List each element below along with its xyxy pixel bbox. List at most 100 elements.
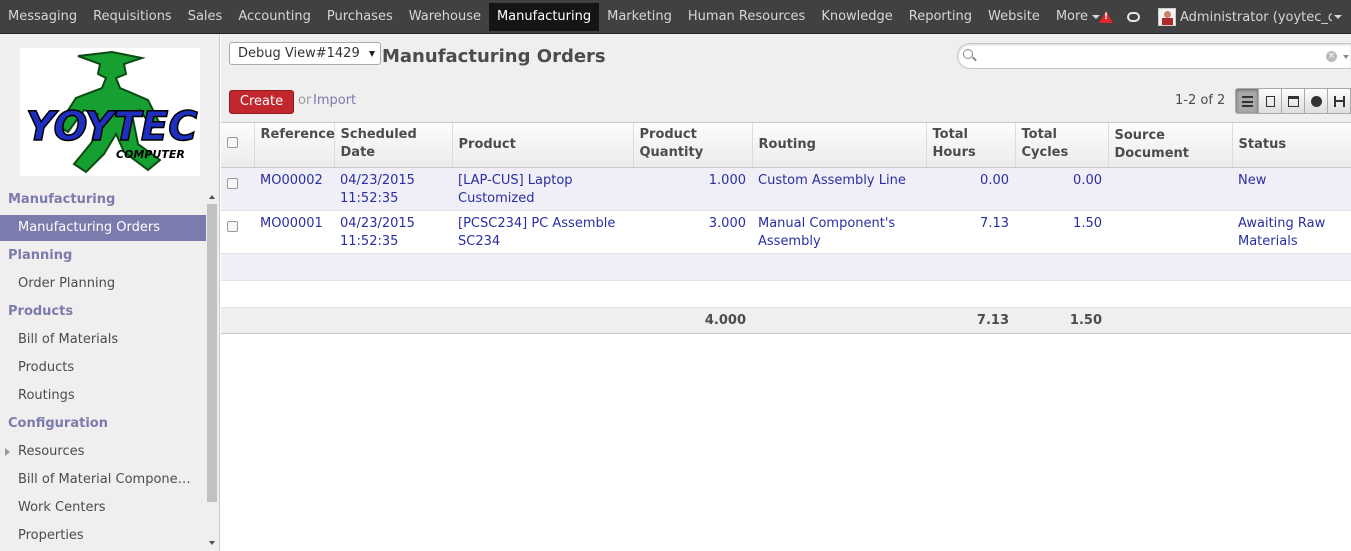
column-product-quantity[interactable]: Product Quantity — [633, 123, 753, 168]
select-all-checkbox[interactable] — [227, 137, 238, 149]
column-scheduled-date[interactable]: Scheduled Date — [334, 123, 453, 168]
column-product[interactable]: Product — [452, 123, 634, 168]
scroll-up-icon[interactable] — [209, 195, 215, 199]
menu-knowledge[interactable]: Knowledge — [813, 0, 900, 34]
menu-purchases[interactable]: Purchases — [319, 0, 401, 34]
cell-status[interactable]: Awaiting Raw Materials — [1232, 210, 1351, 254]
sidebar-item-manufacturing-orders[interactable]: Manufacturing Orders — [0, 215, 206, 241]
import-link[interactable]: Import — [313, 93, 356, 108]
avatar[interactable] — [1158, 8, 1176, 26]
menu-more-label: More — [1055, 9, 1089, 24]
cell-product[interactable]: [PCSC234] PC Assemble SC234 — [452, 210, 633, 254]
menu-reporting[interactable]: Reporting — [901, 0, 980, 34]
row-checkbox[interactable] — [227, 220, 238, 232]
cell-routing[interactable]: Manual Component's Assembly — [752, 210, 926, 254]
warning-icon[interactable] — [1099, 11, 1113, 23]
menu-warehouse[interactable]: Warehouse — [401, 0, 489, 34]
create-button[interactable]: Create — [229, 90, 294, 114]
sidebar-nav: Manufacturing Manufacturing Orders Plann… — [0, 186, 206, 550]
graph-icon — [1311, 96, 1322, 107]
topbar-right: Administrator (yoytec_d... — [1099, 0, 1351, 34]
totals-row: 4.000 7.13 1.50 — [221, 306, 1351, 334]
cell-total-cycles[interactable]: 1.50 — [1015, 210, 1108, 254]
menu-messaging[interactable]: Messaging — [0, 0, 85, 34]
sidebar-section-planning: Planning — [8, 248, 73, 263]
clear-icon[interactable]: × — [1326, 51, 1337, 62]
total-quantity: 4.000 — [633, 306, 752, 334]
row-select-cell — [221, 210, 254, 254]
menu-manufacturing[interactable]: Manufacturing — [488, 3, 600, 31]
debug-view-label: Debug View#1429 — [238, 46, 360, 61]
logo-subtext: COMPUTER — [116, 148, 185, 161]
page-title: Manufacturing Orders — [382, 46, 606, 67]
cell-product[interactable]: [LAP-CUS] Laptop Customized — [452, 167, 633, 211]
sidebar-scrollbar[interactable] — [206, 192, 218, 551]
row-select-cell — [221, 167, 254, 211]
sidebar-item-bill-of-materials[interactable]: Bill of Materials — [0, 326, 206, 354]
column-source-document[interactable]: Source Document — [1108, 123, 1233, 168]
sidebar-section-products: Products — [8, 304, 74, 319]
menu-requisitions[interactable]: Requisitions — [85, 0, 180, 34]
sidebar-section-configuration: Configuration — [8, 416, 108, 431]
menu-website[interactable]: Website — [980, 0, 1048, 34]
chevron-down-icon[interactable] — [1334, 15, 1342, 19]
cell-status[interactable]: New — [1232, 167, 1351, 211]
graph-view-button[interactable] — [1304, 88, 1328, 114]
column-total-cycles[interactable]: Total Cycles — [1015, 123, 1109, 168]
list-view-button[interactable] — [1235, 88, 1259, 114]
main-content: Debug View#1429 Manufacturing Orders × C… — [221, 34, 1351, 551]
orders-table: Reference Scheduled Date Product Product… — [221, 123, 1351, 334]
cell-total-hours[interactable]: 7.13 — [926, 210, 1015, 254]
cell-routing[interactable]: Custom Assembly Line — [752, 167, 926, 211]
view-switcher — [1235, 88, 1351, 114]
company-logo[interactable]: YOYTEC COMPUTER — [20, 48, 200, 176]
logo-image: YOYTEC COMPUTER — [25, 50, 198, 174]
search-input[interactable]: × — [957, 43, 1351, 69]
calendar-view-button[interactable] — [1281, 88, 1305, 114]
column-routing[interactable]: Routing — [752, 123, 927, 168]
cell-quantity[interactable]: 1.000 — [633, 167, 752, 211]
form-view-button[interactable] — [1258, 88, 1282, 114]
form-icon — [1266, 96, 1275, 107]
sidebar-item-properties[interactable]: Properties — [0, 522, 206, 550]
menu-sales[interactable]: Sales — [180, 0, 231, 34]
sidebar-item-resources[interactable]: Resources — [0, 438, 206, 466]
debug-view-select[interactable]: Debug View#1429 — [229, 42, 381, 65]
logo-text: YOYTEC — [26, 104, 198, 150]
search-options-icon[interactable] — [1343, 55, 1349, 59]
cell-source-document[interactable] — [1108, 210, 1232, 254]
menu-marketing[interactable]: Marketing — [599, 0, 680, 34]
sidebar-item-order-planning[interactable]: Order Planning — [0, 270, 206, 298]
column-reference[interactable]: Reference — [254, 123, 335, 168]
cell-total-hours[interactable]: 0.00 — [926, 167, 1015, 211]
column-total-hours[interactable]: Total Hours — [926, 123, 1016, 168]
sidebar-item-label: Resources — [18, 444, 85, 459]
row-checkbox[interactable] — [227, 177, 238, 189]
cell-scheduled-date[interactable]: 04/23/2015 11:52:35 — [334, 210, 452, 254]
cell-reference[interactable]: MO00001 — [254, 210, 334, 254]
cell-source-document[interactable] — [1108, 167, 1232, 211]
cell-scheduled-date[interactable]: 04/23/2015 11:52:35 — [334, 167, 452, 211]
view-header: Debug View#1429 Manufacturing Orders × C… — [221, 34, 1351, 123]
search-icon — [963, 49, 973, 59]
gantt-view-button[interactable] — [1327, 88, 1351, 114]
sidebar-item-work-centers[interactable]: Work Centers — [0, 494, 206, 522]
column-status[interactable]: Status — [1232, 123, 1351, 168]
cell-total-cycles[interactable]: 0.00 — [1015, 167, 1108, 211]
table-header-row: Reference Scheduled Date Product Product… — [221, 123, 1351, 168]
menu-accounting[interactable]: Accounting — [230, 0, 319, 34]
pager[interactable]: 1-2 of 2 — [1175, 93, 1225, 108]
sidebar-item-products[interactable]: Products — [0, 354, 206, 382]
sidebar-item-routings[interactable]: Routings — [0, 382, 206, 410]
chat-icon[interactable] — [1127, 12, 1140, 22]
cell-reference[interactable]: MO00002 — [254, 167, 334, 211]
menu-human-resources[interactable]: Human Resources — [680, 0, 813, 34]
table-row[interactable]: MO00001 04/23/2015 11:52:35 [PCSC234] PC… — [221, 210, 1351, 254]
expand-arrow-icon[interactable] — [5, 448, 10, 456]
table-row[interactable]: MO00002 04/23/2015 11:52:35 [LAP-CUS] La… — [221, 167, 1351, 211]
scroll-down-icon[interactable] — [209, 541, 215, 545]
user-menu[interactable]: Administrator (yoytec_d... — [1180, 10, 1332, 25]
scrollbar-thumb[interactable] — [207, 204, 217, 502]
sidebar-item-bom-components[interactable]: Bill of Material Compone… — [0, 466, 206, 494]
cell-quantity[interactable]: 3.000 — [633, 210, 752, 254]
